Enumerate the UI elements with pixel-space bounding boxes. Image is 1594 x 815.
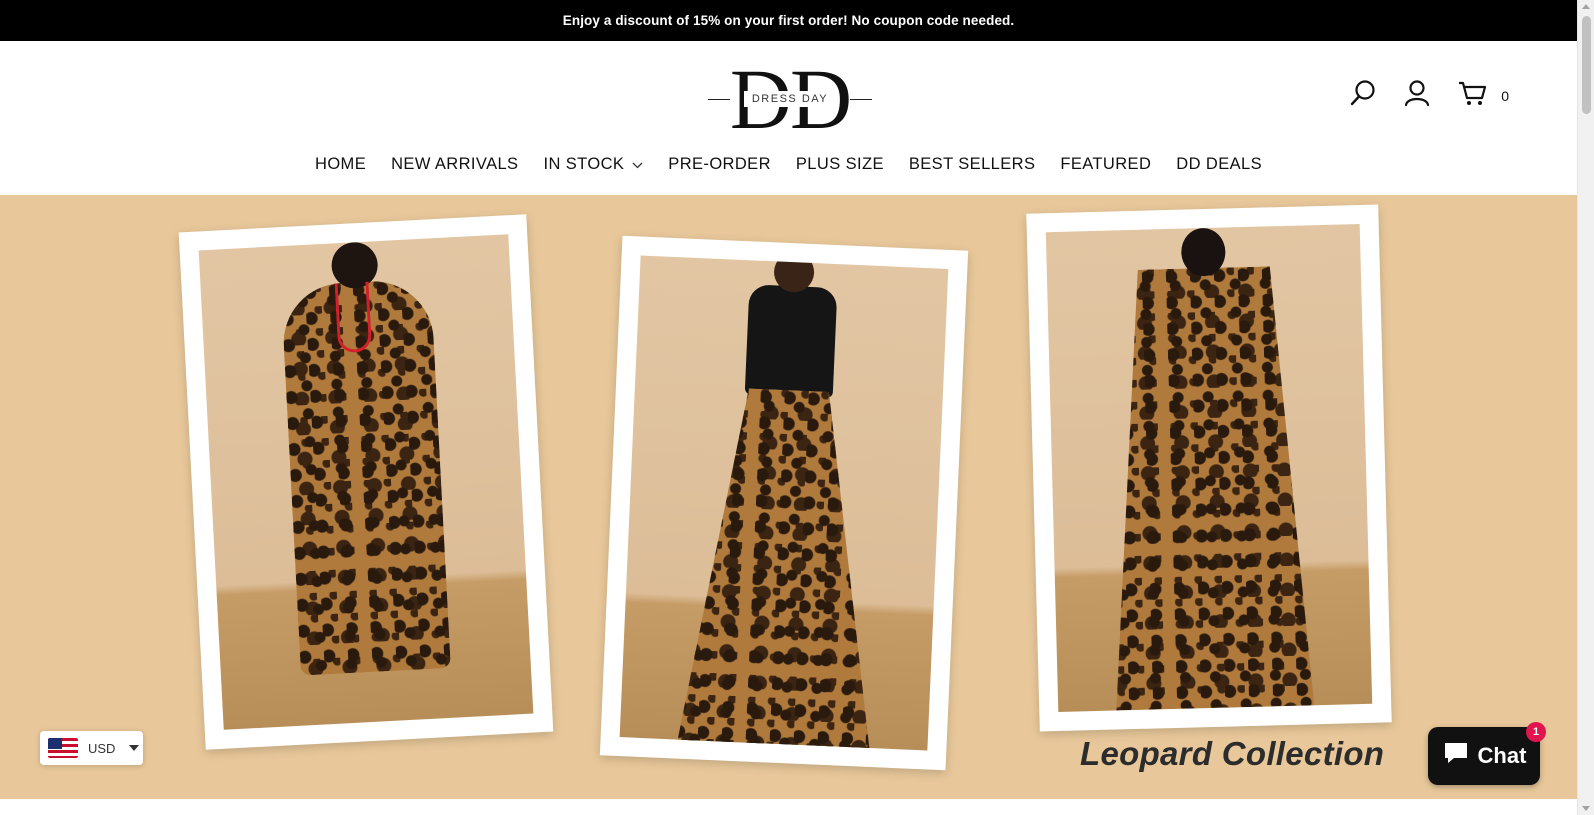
announcement-text: Enjoy a discount of 15% on your first or… [562,13,1015,28]
model-top-2 [744,284,838,399]
cart-icon [1457,79,1487,112]
cart-count: 0 [1501,87,1509,104]
scroll-up-icon[interactable] [1582,4,1590,9]
nav-item-label: IN STOCK [543,155,625,173]
nav-item-new-arrivals[interactable]: NEW ARRIVALS [391,155,518,174]
hero-banner[interactable]: Leopard Collection [0,195,1577,799]
logo-rule-left [708,99,730,100]
us-flag-icon [48,738,78,758]
nav-item-dd-deals[interactable]: DD DEALS [1176,155,1262,174]
page-scrollbar[interactable] [1577,0,1594,815]
nav-item-label: FEATURED [1060,155,1152,173]
model-dress-3 [1094,265,1325,711]
nav-item-plus-size[interactable]: PLUS SIZE [796,155,884,174]
chat-button[interactable]: Chat [1428,727,1540,785]
site-header: DD DRESS DAY 0 HOME NEW ARRIVALS IN STOC… [0,41,1577,195]
logo-tagline: DRESS DAY [744,91,836,107]
currency-code: USD [88,740,116,756]
caret-down-icon [129,745,140,751]
hero-photo-3-image [1045,223,1373,713]
nav-item-label: PLUS SIZE [795,155,884,173]
hero-photo-3 [1026,204,1392,732]
nav-item-featured[interactable]: FEATURED [1060,155,1151,174]
currency-selector[interactable]: USD [40,731,143,765]
nav-item-home[interactable]: HOME [315,155,366,174]
search-button[interactable] [1349,79,1377,112]
nav-item-pre-order[interactable]: PRE-ORDER [668,155,771,174]
hero-photo-2 [599,235,969,771]
nav-item-label: DD DEALS [1176,155,1262,173]
scroll-down-icon[interactable] [1582,806,1590,811]
nav-item-best-sellers[interactable]: BEST SELLERS [909,155,1035,174]
account-icon [1403,79,1431,112]
announcement-bar: Enjoy a discount of 15% on your first or… [0,0,1577,41]
necklace-1 [334,281,373,354]
nav-item-label: BEST SELLERS [908,155,1036,173]
nav-item-in-stock[interactable]: IN STOCK [543,155,643,174]
nav-item-label: NEW ARRIVALS [391,155,519,173]
logo-rule-right [850,99,872,100]
nav-item-label: HOME [315,155,367,173]
search-icon [1349,79,1377,112]
chevron-down-icon [632,155,643,174]
chat-notification-badge: 1 [1526,722,1546,742]
hero-photo-2-image [619,255,949,751]
cart-button[interactable]: 0 [1457,79,1509,112]
model-skirt-2 [672,386,888,751]
chat-label: Chat [1477,743,1527,768]
hero-photo-1 [178,214,554,750]
account-button[interactable] [1403,79,1431,112]
scrollbar-thumb[interactable] [1582,16,1591,114]
hero-title: Leopard Collection [1080,735,1385,772]
store-logo[interactable]: DD DRESS DAY [708,51,872,147]
chat-bubble-icon [1442,740,1470,772]
hero-photo-1-image [198,234,534,730]
header-icons: 0 [1349,79,1509,112]
main-navigation: HOME NEW ARRIVALS IN STOCK PRE-ORDER PLU… [0,155,1577,174]
nav-item-label: PRE-ORDER [668,155,771,173]
